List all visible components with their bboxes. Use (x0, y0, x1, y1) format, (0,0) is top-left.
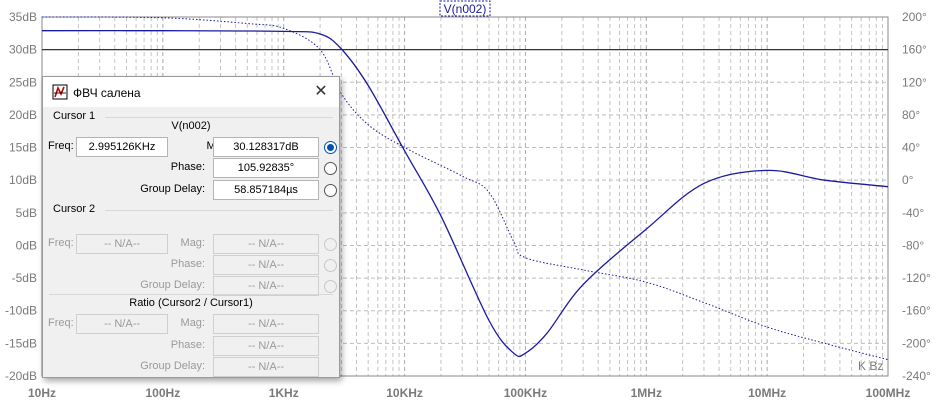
cursor2-phase-radio (324, 259, 337, 272)
ratio-phase-field: -- N/A-- (213, 336, 319, 356)
x-axis-ticks: 10Hz 100Hz 1KHz 10KHz 100KHz 1MHz 10MHz 100MHz (28, 386, 910, 400)
left-axis-tick-label: 0dB (16, 238, 37, 252)
cursor2-freq-label: Freq: (48, 237, 74, 249)
x-axis-tick-label: 100KHz (504, 386, 547, 400)
right-axis-tick-label: 40° (902, 141, 920, 155)
corner-unit-label: K Bz (858, 359, 883, 373)
right-axis-tick-label: -160° (902, 304, 931, 318)
dialog-title: ФВЧ салена (73, 86, 141, 100)
left-axis-tick-label: 5dB (16, 206, 37, 220)
ratio-divider (49, 294, 333, 295)
cursor1-freq-label: Freq: (48, 140, 74, 152)
right-axis-tick-label: -80° (902, 238, 924, 252)
ltspice-icon (52, 84, 68, 100)
cursor1-gd-radio[interactable] (324, 184, 337, 197)
x-axis-tick-label: 10MHz (748, 386, 786, 400)
cursor2-phase-field: -- N/A-- (213, 255, 319, 275)
cursor1-gd-field[interactable]: 58.857184µs (213, 180, 319, 200)
dialog-titlebar[interactable]: ФВЧ салена ✕ (43, 77, 339, 107)
cursor1-phase-radio[interactable] (324, 162, 337, 175)
right-axis-tick-label: 200° (902, 10, 927, 24)
x-axis-tick-label: 10Hz (28, 386, 56, 400)
trace-title-text: V(n002) (444, 2, 487, 16)
cursor1-divider (105, 117, 333, 118)
cursor2-gd-radio (324, 280, 337, 293)
cursor1-gd-label: Group Delay: (140, 183, 205, 195)
cursor2-gd-field: -- N/A-- (213, 276, 319, 296)
left-axis-tick-label: 15dB (9, 141, 37, 155)
right-axis-tick-label: 0° (902, 173, 914, 187)
right-axis-tick-label: 120° (902, 75, 927, 89)
right-axis-tick-label: -200° (902, 336, 931, 350)
left-axis-ticks: 35dB 30dB 25dB 20dB 15dB 10dB 5dB 0dB -5dB -10dB -… (5, 10, 37, 383)
trace-title[interactable]: V(n002) (439, 0, 491, 17)
cursor1-trace-label: V(n002) (171, 120, 211, 132)
left-axis-tick-label: 20dB (9, 108, 37, 122)
close-button[interactable]: ✕ (311, 82, 331, 102)
ratio-freq-label: Freq: (48, 317, 74, 329)
cursor2-divider (105, 210, 333, 211)
left-axis-tick-label: 10dB (9, 173, 37, 187)
left-axis-tick-label: 25dB (9, 75, 37, 89)
cursor1-phase-label: Phase: (170, 161, 205, 173)
left-axis-tick-label: -5dB (12, 271, 37, 285)
ratio-gd-field: -- N/A-- (213, 357, 319, 377)
ratio-mag-field: -- N/A-- (213, 314, 319, 334)
cursor1-mag-radio[interactable] (324, 141, 337, 154)
cursor-dialog: ФВЧ салена ✕ Cursor 1 V(n002) Freq: 2.99… (42, 76, 340, 378)
x-axis-tick-label: 10KHz (386, 386, 423, 400)
left-axis-tick-label: 35dB (9, 10, 37, 24)
right-axis-ticks: 200° 160° 120° 80° 40° 0° -40° -80° -120° -160° -2… (902, 10, 931, 383)
right-axis-tick-label: 80° (902, 108, 920, 122)
ratio-phase-label: Phase: (170, 339, 205, 351)
x-axis-tick-label: 1KHz (269, 386, 299, 400)
right-axis-tick-label: -40° (902, 206, 924, 220)
cursor2-section-label: Cursor 2 (53, 203, 96, 215)
x-axis-tick-label: 1MHz (631, 386, 662, 400)
cursor1-phase-field[interactable]: 105.92835° (213, 158, 319, 178)
cursor2-mag-label: Mag: (180, 237, 205, 249)
cursor2-mag-field: -- N/A-- (213, 234, 319, 254)
cursor2-gd-label: Group Delay: (140, 279, 205, 291)
cursor1-mag-field[interactable]: 30.128317dB (213, 137, 319, 157)
cursor2-phase-label: Phase: (170, 258, 205, 270)
left-axis-tick-label: -15dB (5, 336, 37, 350)
left-axis-tick-label: -10dB (5, 304, 37, 318)
left-axis-tick-label: 30dB (9, 43, 37, 57)
x-axis-tick-label: 100Hz (146, 386, 181, 400)
x-axis-tick-label: 100MHz (866, 386, 911, 400)
ratio-mag-label: Mag: (180, 317, 205, 329)
right-axis-tick-label: 160° (902, 43, 927, 57)
ratio-gd-label: Group Delay: (140, 360, 205, 372)
ratio-section-label: Ratio (Cursor2 / Cursor1) (129, 297, 253, 309)
cursor2-mag-radio (324, 238, 337, 251)
left-axis-tick-label: -20dB (5, 369, 37, 383)
right-axis-tick-label: -240° (902, 369, 931, 383)
right-axis-tick-label: -120° (902, 271, 931, 285)
